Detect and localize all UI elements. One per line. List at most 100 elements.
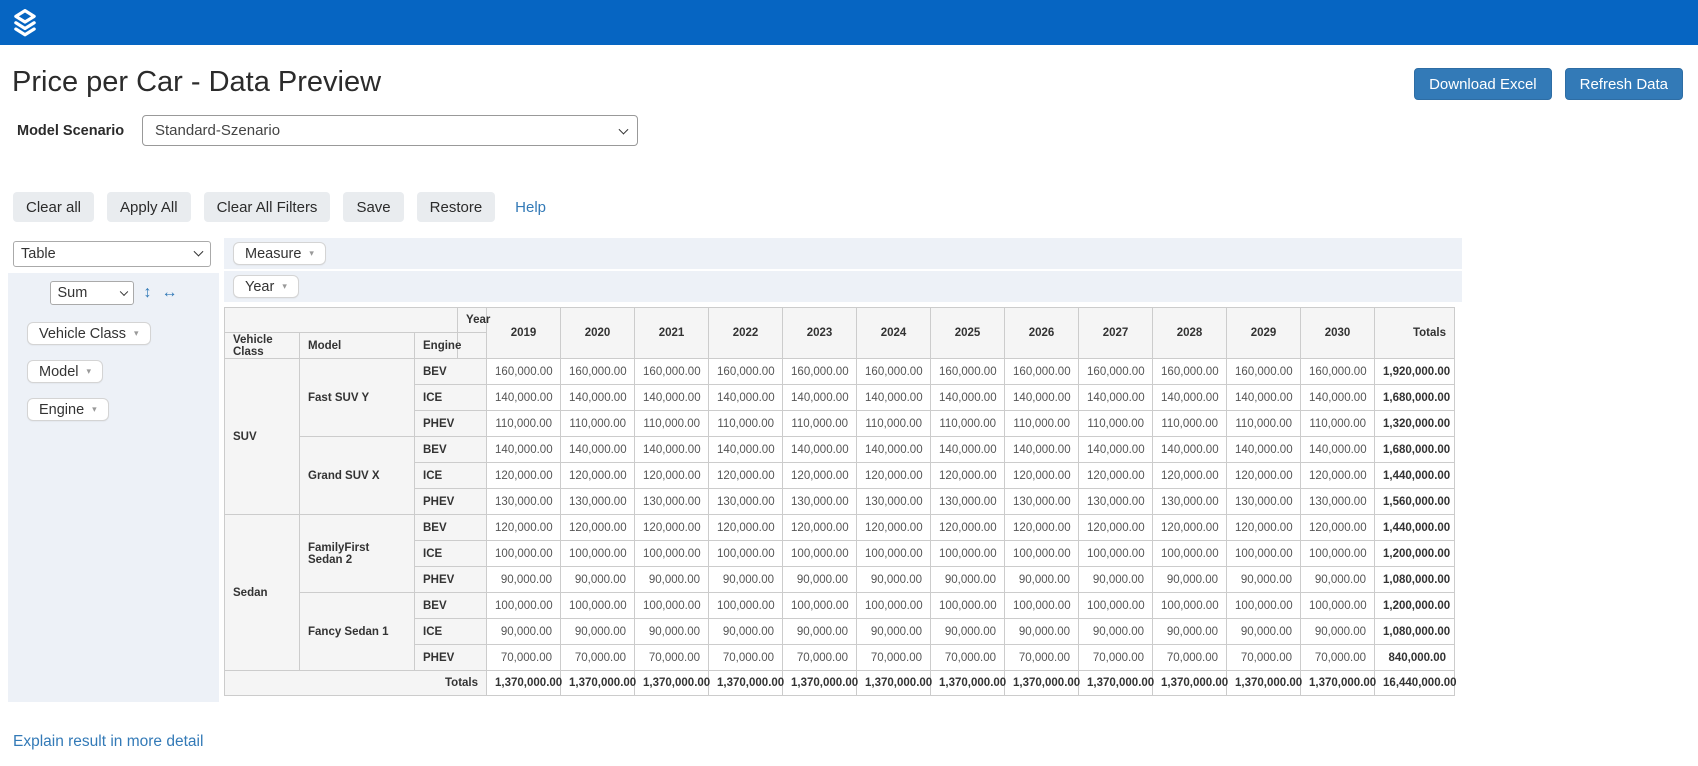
value-cell: 100,000.00: [1226, 540, 1302, 567]
value-cell: 130,000.00: [1004, 488, 1080, 515]
value-cell: 120,000.00: [634, 514, 710, 541]
pivot-area: Table Sum ↕ ↔ Vehicle Class ▾ Model ▾ En…: [8, 238, 1698, 702]
value-cell: 90,000.00: [1078, 618, 1154, 645]
value-cell: 160,000.00: [1226, 358, 1302, 385]
value-cell: 90,000.00: [1226, 566, 1302, 593]
value-cell: 100,000.00: [1078, 540, 1154, 567]
year-header: 2019: [486, 307, 562, 359]
row-total-cell: 1,560,000.00: [1374, 488, 1455, 515]
download-excel-button[interactable]: Download Excel: [1414, 68, 1552, 100]
refresh-data-button[interactable]: Refresh Data: [1564, 68, 1683, 100]
move-vertical-icon[interactable]: ↕: [144, 285, 152, 301]
footer-row: Explain result in more detail: [13, 733, 1698, 751]
value-cell: 120,000.00: [1226, 514, 1302, 541]
value-cell: 100,000.00: [486, 540, 562, 567]
value-cell: 90,000.00: [782, 618, 858, 645]
field-pill-vehicle-class[interactable]: Vehicle Class ▾: [27, 322, 151, 345]
value-cell: 90,000.00: [856, 566, 932, 593]
value-cell: 160,000.00: [1152, 358, 1228, 385]
caret-down-icon: ▾: [134, 328, 139, 338]
apply-all-button[interactable]: Apply All: [107, 192, 191, 222]
value-cell: 100,000.00: [708, 540, 784, 567]
restore-button[interactable]: Restore: [416, 192, 496, 222]
value-cell: 100,000.00: [1078, 592, 1154, 619]
row-total-cell: 1,080,000.00: [1374, 566, 1455, 593]
save-button[interactable]: Save: [343, 192, 404, 222]
value-cell: 110,000.00: [782, 410, 858, 437]
pivot-table-column: Measure ▾ Year ▾ Year 2019 2020 2021 2022 202…: [223, 238, 1462, 702]
value-cell: 120,000.00: [1226, 462, 1302, 489]
value-cell: 90,000.00: [708, 566, 784, 593]
value-cell: 120,000.00: [1004, 514, 1080, 541]
value-cell: 140,000.00: [930, 436, 1006, 463]
value-cell: 90,000.00: [1226, 618, 1302, 645]
year-header: 2028: [1152, 307, 1228, 359]
column-total-cell: 1,370,000.00: [1004, 670, 1080, 696]
value-cell: 70,000.00: [708, 644, 784, 671]
explain-result-link[interactable]: Explain result in more detail: [13, 733, 203, 750]
field-pill-label: Engine: [39, 401, 85, 418]
table-row: Grand SUV X BEV 140,000.00 140,000.00 140,00…: [225, 436, 1455, 515]
value-cell: 140,000.00: [1078, 436, 1154, 463]
value-cell: 140,000.00: [1226, 436, 1302, 463]
caret-down-icon: ▾: [282, 281, 287, 291]
value-cell: 110,000.00: [634, 410, 710, 437]
year-header: 2024: [856, 307, 932, 359]
field-pill-measure[interactable]: Measure ▾: [233, 242, 326, 265]
field-pill-model[interactable]: Model ▾: [27, 360, 104, 383]
value-cell: 90,000.00: [486, 566, 562, 593]
layers-logo-icon[interactable]: [10, 8, 40, 38]
value-cell: 120,000.00: [486, 514, 562, 541]
help-link[interactable]: Help: [515, 199, 546, 216]
field-pill-year[interactable]: Year ▾: [233, 275, 299, 298]
aggregator-select[interactable]: Sum: [49, 281, 134, 305]
value-cell: 160,000.00: [1078, 358, 1154, 385]
value-cell: 120,000.00: [856, 514, 932, 541]
value-cell: 100,000.00: [1226, 592, 1302, 619]
year-header: 2026: [1004, 307, 1080, 359]
aggregator-row: Sum ↕ ↔: [8, 273, 219, 305]
value-cell: 70,000.00: [1226, 644, 1302, 671]
clear-all-button[interactable]: Clear all: [13, 192, 95, 222]
header-blank-narrow-cell: [457, 332, 488, 359]
value-cell: 130,000.00: [930, 488, 1006, 515]
engine-cell: PHEV: [413, 410, 488, 437]
vehicle-class-cell: SUV: [224, 358, 300, 515]
value-cell: 100,000.00: [1004, 540, 1080, 567]
model-scenario-select[interactable]: Standard-Szenario: [142, 115, 638, 146]
value-cell: 90,000.00: [486, 618, 562, 645]
engine-cell: PHEV: [413, 644, 488, 671]
value-cell: 90,000.00: [560, 618, 636, 645]
totals-row-label: Totals: [223, 670, 488, 696]
year-drop-bar: Year ▾: [224, 271, 1462, 302]
value-cell: 70,000.00: [1004, 644, 1080, 671]
value-cell: 90,000.00: [782, 566, 858, 593]
value-cell: 90,000.00: [1300, 618, 1376, 645]
row-total-cell: 1,920,000.00: [1374, 358, 1455, 385]
value-cell: 140,000.00: [856, 384, 932, 411]
value-cell: 110,000.00: [1152, 410, 1228, 437]
clear-all-filters-button[interactable]: Clear All Filters: [203, 192, 331, 222]
value-cell: 120,000.00: [1152, 462, 1228, 489]
page-header: Price per Car - Data Preview Download Ex…: [0, 45, 1698, 100]
engine-cell: PHEV: [413, 488, 488, 515]
value-cell: 140,000.00: [708, 436, 784, 463]
value-cell: 110,000.00: [486, 410, 562, 437]
column-total-cell: 1,370,000.00: [560, 670, 636, 696]
field-pill-engine[interactable]: Engine ▾: [27, 398, 109, 421]
value-cell: 160,000.00: [1300, 358, 1376, 385]
value-cell: 130,000.00: [560, 488, 636, 515]
value-cell: 100,000.00: [1300, 540, 1376, 567]
move-horizontal-icon[interactable]: ↔: [162, 285, 178, 301]
column-total-cell: 1,370,000.00: [486, 670, 562, 696]
column-total-cell: 1,370,000.00: [634, 670, 710, 696]
value-cell: 140,000.00: [708, 384, 784, 411]
pivot-config-column: Table Sum ↕ ↔ Vehicle Class ▾ Model ▾ En…: [8, 238, 219, 702]
value-cell: 70,000.00: [634, 644, 710, 671]
value-cell: 110,000.00: [1226, 410, 1302, 437]
row-total-cell: 1,080,000.00: [1374, 618, 1455, 645]
value-cell: 110,000.00: [856, 410, 932, 437]
value-cell: 120,000.00: [1300, 514, 1376, 541]
value-cell: 140,000.00: [560, 384, 636, 411]
renderer-select[interactable]: Table: [13, 241, 211, 267]
